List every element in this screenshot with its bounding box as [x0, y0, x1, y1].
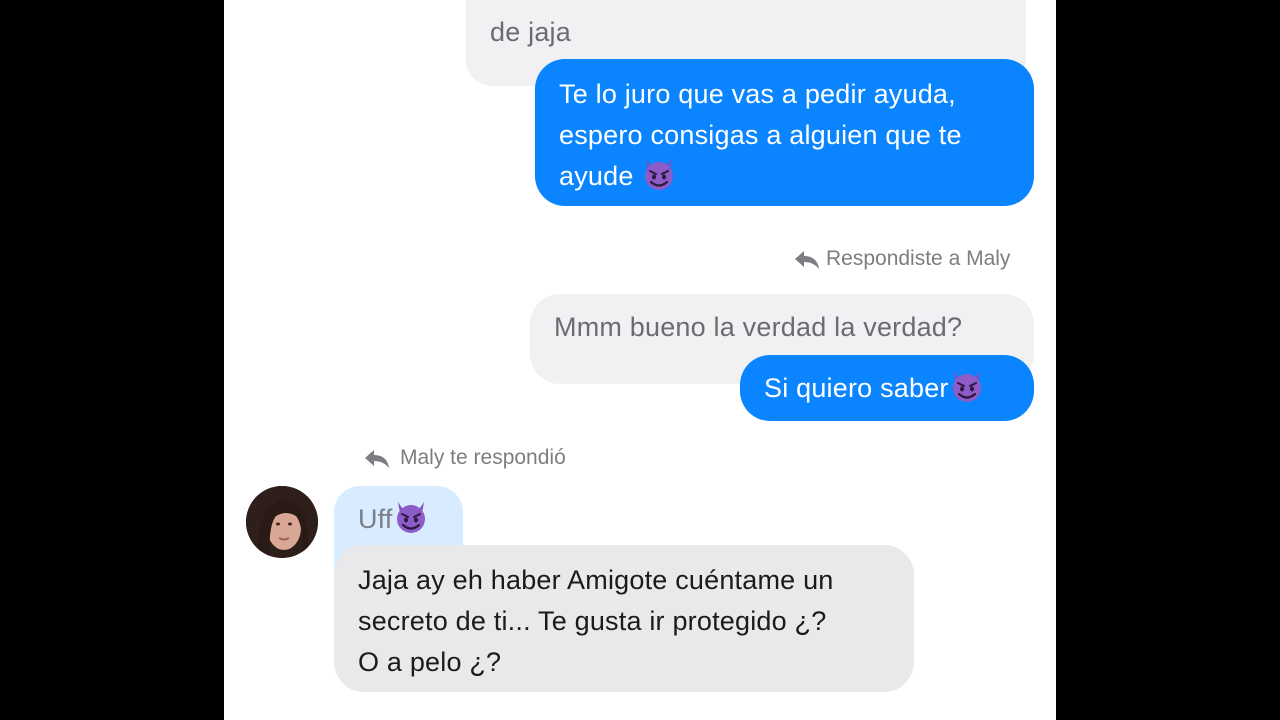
reply-arrow-icon	[794, 249, 820, 271]
sent-message-text: Si quiero saber	[764, 373, 949, 403]
reply-indicator: Maly te respondió	[364, 446, 566, 470]
smiling-devil-icon	[641, 156, 677, 192]
sent-message-text: ayude	[559, 161, 634, 191]
smiling-devil-icon	[393, 499, 429, 535]
received-message-line: Jaja ay eh haber Amigote cuéntame un	[358, 565, 834, 595]
sent-message-line: Te lo juro que vas a pedir ayuda,	[559, 79, 956, 109]
quoted-message-text: de jaja	[490, 17, 571, 47]
sent-message-line: espero consigas a alguien que te	[559, 120, 962, 150]
chat-screen: de jaja Te lo juro que vas a pedir ayuda…	[224, 0, 1056, 720]
received-message-line: secreto de ti... Te gusta ir protegido ¿…	[358, 606, 827, 636]
sent-message-line: ayude	[559, 156, 1034, 197]
reply-indicator-text: Respondiste a Maly	[826, 247, 1011, 270]
received-message[interactable]: Jaja ay eh haber Amigote cuéntame un sec…	[334, 545, 914, 692]
sent-message[interactable]: Te lo juro que vas a pedir ayuda, espero…	[535, 59, 1034, 206]
sent-message[interactable]: Si quiero saber	[740, 355, 1034, 421]
reply-arrow-icon	[364, 448, 390, 470]
reply-indicator: Respondiste a Maly	[794, 247, 1010, 271]
reply-indicator-text: Maly te respondió	[400, 446, 566, 469]
smiling-devil-icon	[949, 368, 985, 404]
avatar[interactable]	[246, 486, 318, 558]
contact-photo	[246, 486, 318, 558]
received-message-line: O a pelo ¿?	[358, 647, 502, 677]
quoted-message-text: Mmm bueno la verdad la verdad?	[554, 312, 963, 342]
quoted-received-text: Uff	[358, 504, 393, 534]
